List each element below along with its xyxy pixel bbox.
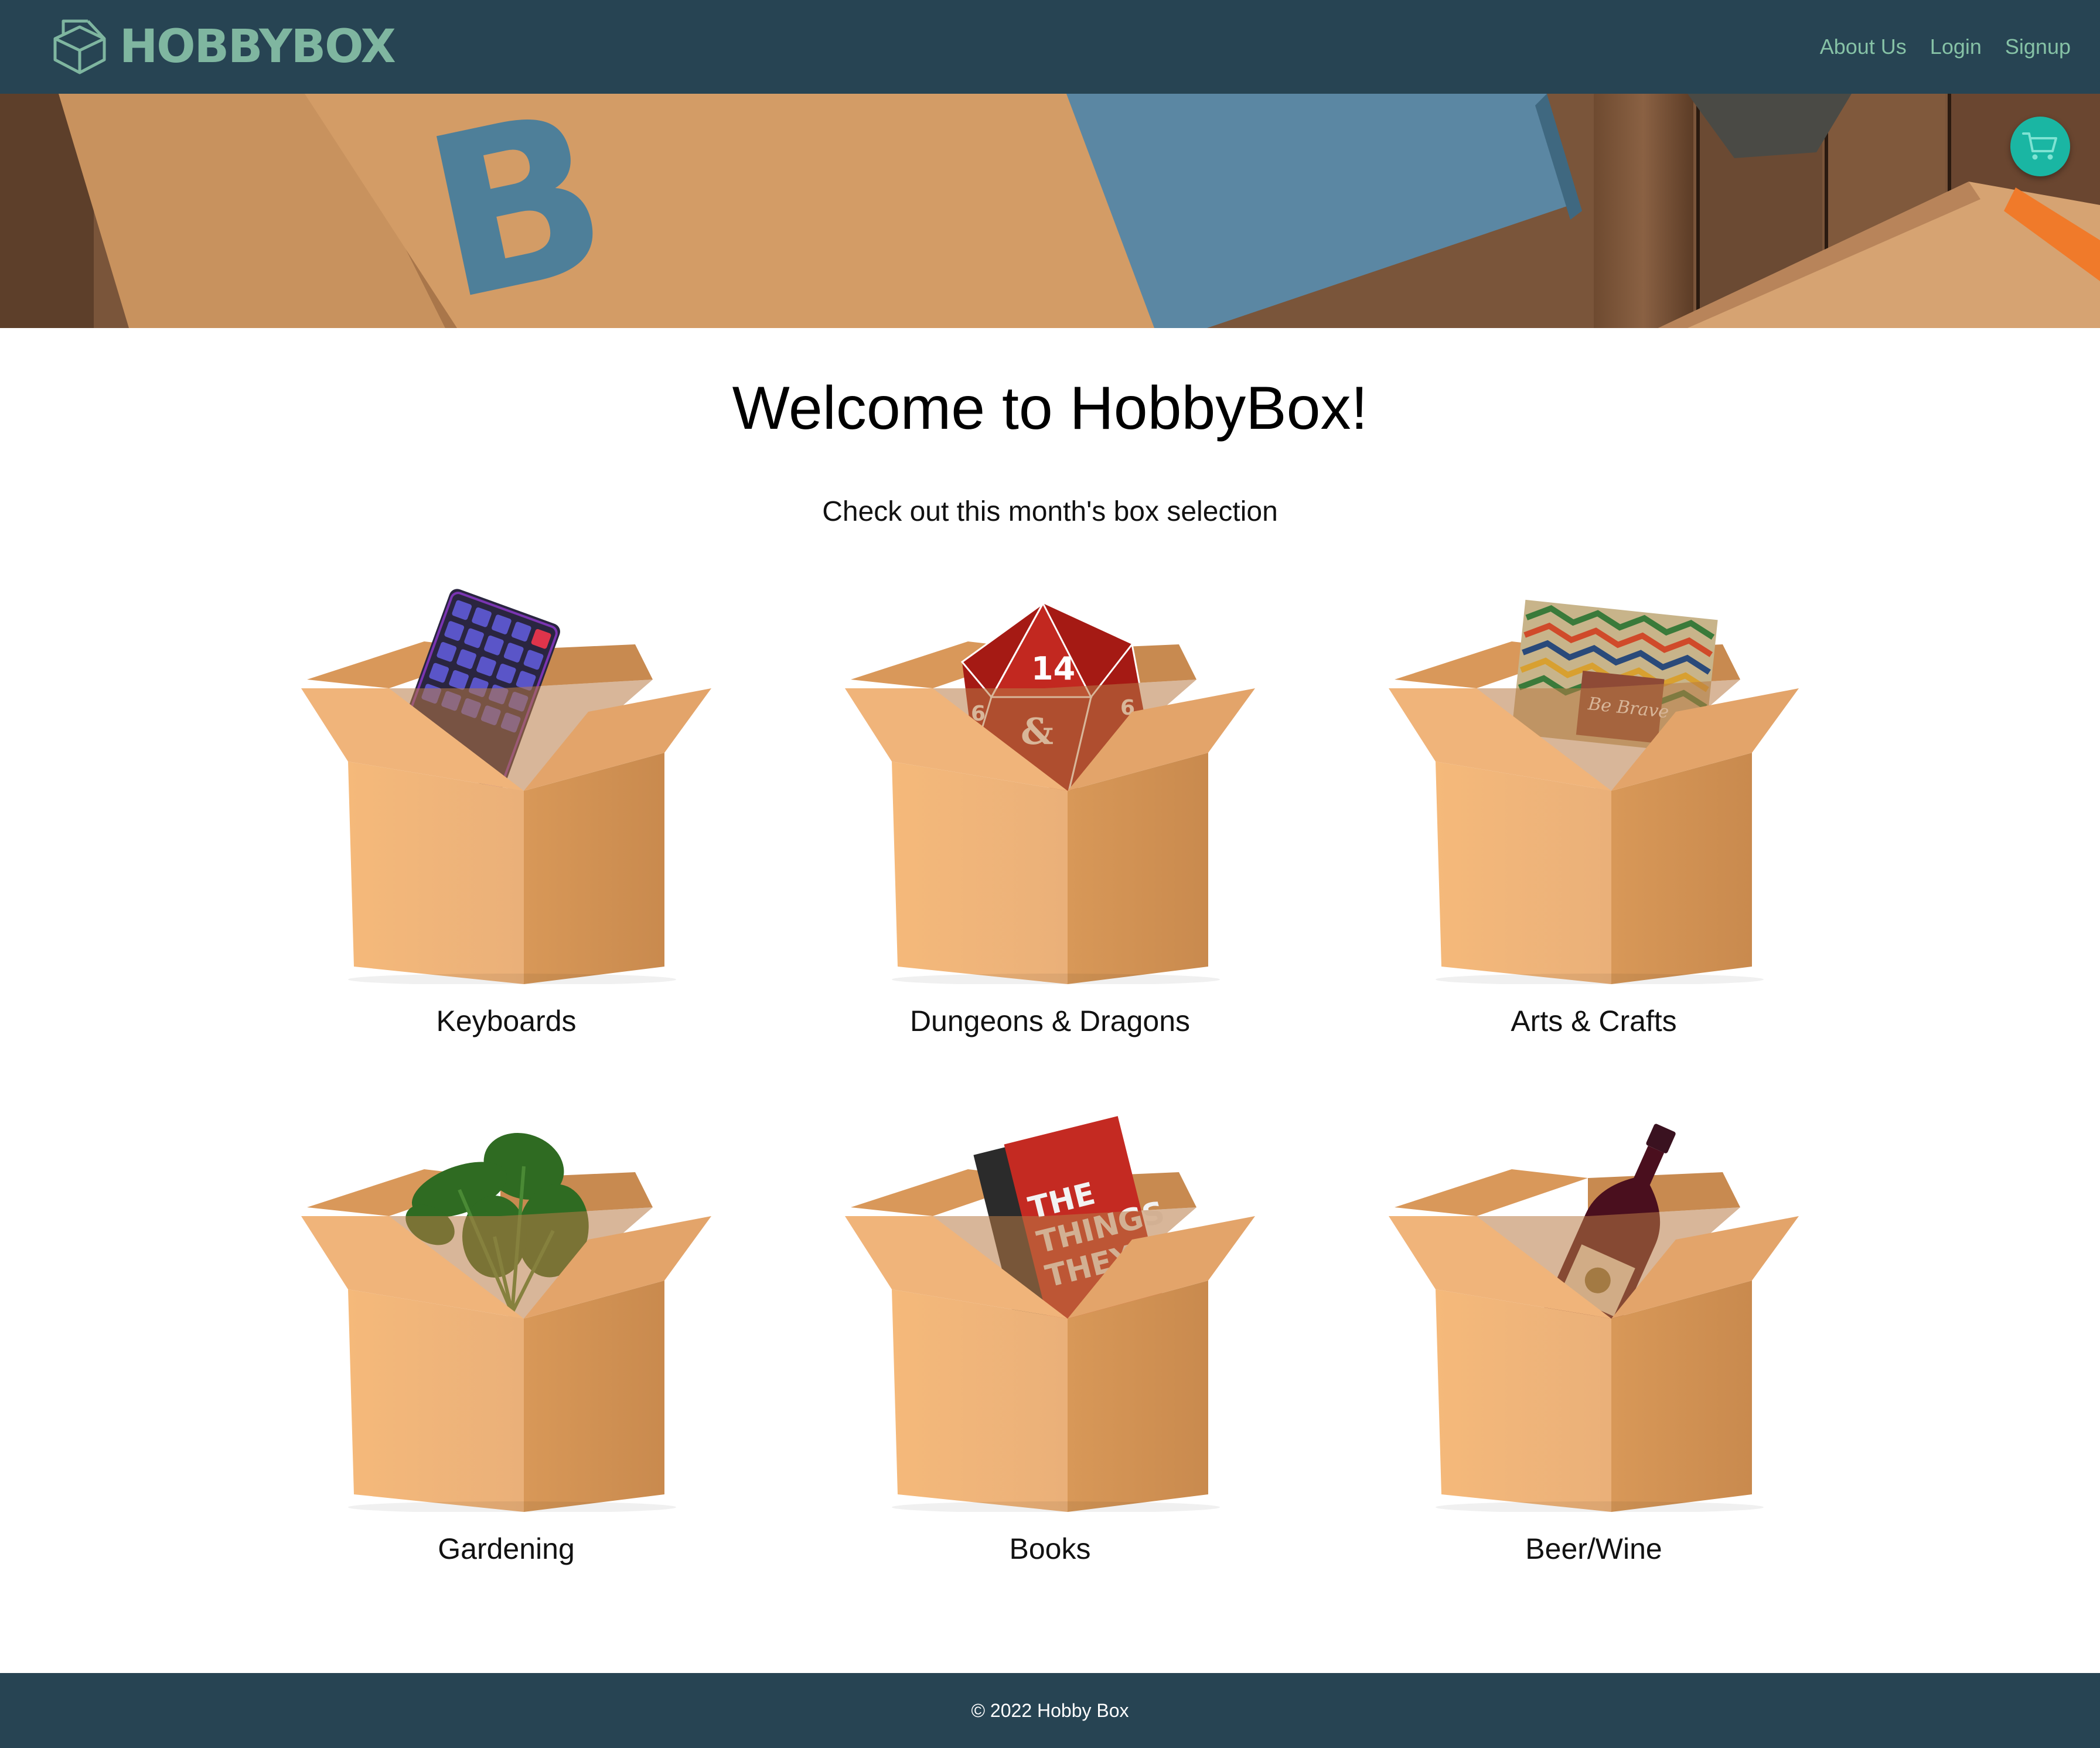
- box-label: Dungeons & Dragons: [909, 1005, 1191, 1037]
- box-card-keyboards[interactable]: Keyboards: [234, 586, 778, 1037]
- box-logo-icon: [53, 19, 106, 74]
- nav-links: About Us Login Signup: [1820, 35, 2071, 59]
- nav-login-link[interactable]: Login: [1930, 35, 1982, 59]
- page-subtitle: Check out this month's box selection: [822, 496, 1278, 527]
- box-label: Keyboards: [436, 1005, 577, 1037]
- page-title: Welcome to HobbyBox!: [732, 374, 1368, 442]
- box-label: Beer/Wine: [1525, 1532, 1662, 1565]
- brand-logo[interactable]: HOBBYBOX: [50, 16, 396, 77]
- svg-text:14: 14: [1031, 650, 1075, 687]
- box-grid: Keyboards 14 & 6 6 Dungeons & Dragons: [0, 586, 2100, 1565]
- craft-kit-box-image: Be Brave: [1389, 599, 1799, 984]
- plant-box-image: [301, 1133, 711, 1512]
- nav-signup-link[interactable]: Signup: [2005, 35, 2071, 59]
- box-card-gardening[interactable]: Gardening: [234, 1114, 778, 1565]
- box-card-beer-wine[interactable]: Beer/Wine: [1322, 1114, 1866, 1565]
- box-card-books[interactable]: THE THINGS THEY Books: [778, 1114, 1322, 1565]
- box-label: Gardening: [438, 1532, 575, 1565]
- box-card-arts-crafts[interactable]: Be Brave Arts & Crafts: [1322, 586, 1866, 1037]
- navbar: HOBBYBOX About Us Login Signup: [0, 0, 2100, 94]
- footer-copyright: © 2022 Hobby Box: [971, 1699, 1129, 1721]
- wine-box-image: [1389, 1124, 1799, 1512]
- shopping-cart-icon: [2022, 132, 2057, 160]
- footer: © 2022 Hobby Box: [0, 1673, 2100, 1748]
- hero-image: B: [0, 94, 2100, 328]
- box-label: Arts & Crafts: [1511, 1005, 1677, 1037]
- keyboard-box-image: [301, 589, 711, 984]
- box-label: Books: [1009, 1532, 1091, 1565]
- nav-about-us-link[interactable]: About Us: [1820, 35, 1907, 59]
- cart-button[interactable]: [2010, 117, 2070, 176]
- book-box-image: THE THINGS THEY: [845, 1116, 1255, 1512]
- box-card-dungeons-dragons[interactable]: 14 & 6 6 Dungeons & Dragons: [778, 586, 1322, 1037]
- d20-box-image: 14 & 6 6: [845, 601, 1255, 984]
- hero-banner: B: [0, 94, 2100, 328]
- brand-name: HOBBYBOX: [120, 21, 396, 73]
